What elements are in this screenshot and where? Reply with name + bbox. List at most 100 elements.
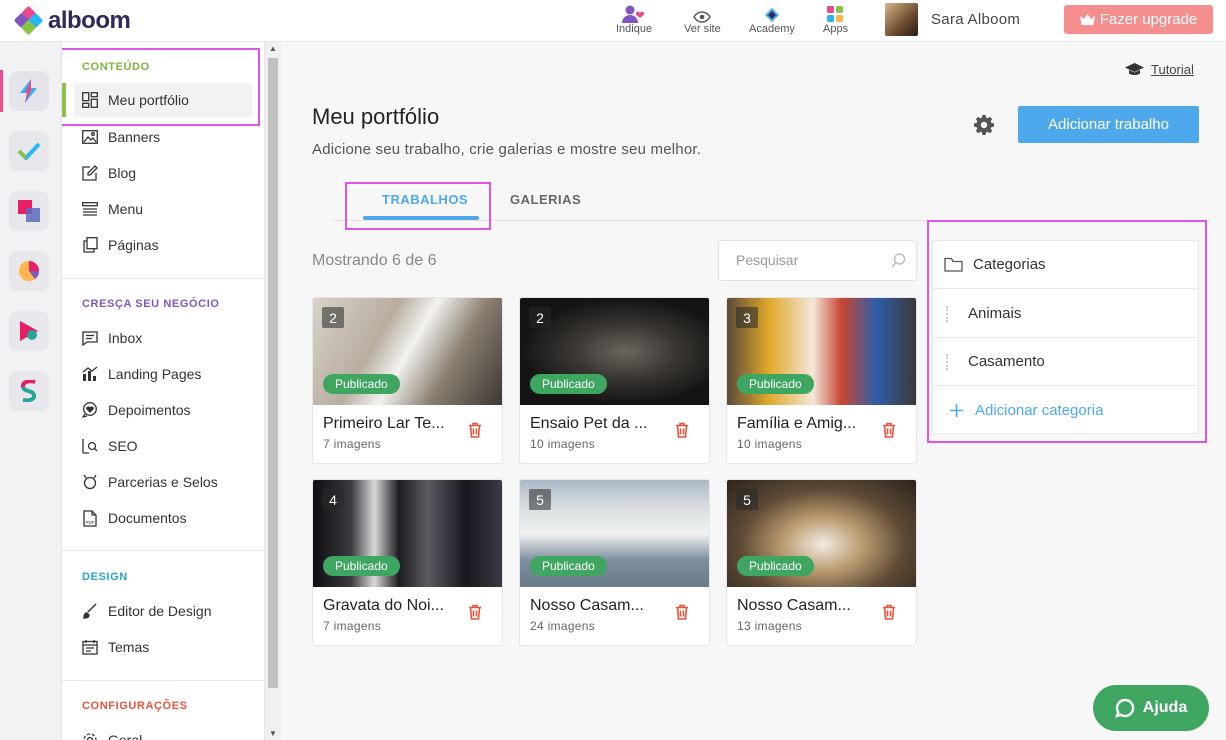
page-title: Meu portfólio bbox=[312, 104, 440, 129]
category-item[interactable]: Animais bbox=[933, 290, 1198, 338]
edit-icon bbox=[81, 164, 99, 182]
work-card[interactable]: 5 Publicado Nosso Casam... 24 imagens bbox=[519, 479, 710, 646]
squares-app-icon bbox=[18, 200, 40, 222]
scroll-down-icon[interactable]: ▼ bbox=[269, 729, 277, 738]
upgrade-label: Fazer upgrade bbox=[1099, 11, 1198, 28]
settings-gear-icon[interactable] bbox=[974, 115, 994, 140]
app-rail bbox=[0, 42, 62, 740]
seal-icon bbox=[81, 473, 99, 491]
sidebar-item-editor-design[interactable]: Editor de Design bbox=[74, 594, 252, 628]
nav-ver-site-label: Ver site bbox=[684, 23, 721, 35]
rail-app-6[interactable] bbox=[9, 371, 49, 411]
rail-app-1[interactable] bbox=[9, 71, 49, 111]
sidebar-item-label: Banners bbox=[108, 129, 161, 145]
sidebar-item-landing-pages[interactable]: Landing Pages bbox=[74, 357, 252, 391]
drag-handle-icon[interactable] bbox=[946, 305, 952, 322]
drag-handle-icon[interactable] bbox=[946, 353, 952, 370]
status-badge: Publicado bbox=[737, 374, 814, 394]
sidebar: CONTEÚDO Meu portfólio Banners Blog Menu… bbox=[62, 42, 265, 740]
check-app-icon bbox=[17, 142, 41, 160]
tab-trabalhos[interactable]: TRABALHOS bbox=[382, 192, 468, 207]
work-title[interactable]: Nosso Casam... bbox=[530, 597, 662, 615]
work-title[interactable]: Ensaio Pet da ... bbox=[530, 415, 662, 433]
image-count-badge: 5 bbox=[736, 489, 758, 510]
scroll-up-icon[interactable]: ▲ bbox=[269, 44, 277, 53]
work-image-count: 24 imagens bbox=[530, 619, 596, 633]
sidebar-item-label: Páginas bbox=[108, 237, 159, 253]
section-title-design: DESIGN bbox=[82, 571, 128, 583]
category-item[interactable]: Casamento bbox=[933, 338, 1198, 386]
nav-apps[interactable]: Apps bbox=[823, 3, 848, 35]
category-label[interactable]: Casamento bbox=[968, 353, 1045, 370]
sidebar-item-label: Geral bbox=[108, 732, 143, 740]
play-app-icon bbox=[20, 321, 38, 341]
scroll-thumb[interactable] bbox=[268, 58, 278, 688]
nav-indique[interactable]: Indique bbox=[616, 3, 652, 35]
work-card[interactable]: 2 Publicado Primeiro Lar Te... 7 imagens bbox=[312, 297, 503, 464]
work-card[interactable]: 3 Publicado Família e Amig... 10 imagens bbox=[726, 297, 917, 464]
sidebar-item-seo[interactable]: SEO bbox=[74, 429, 252, 463]
pdf-document-icon: PDF bbox=[81, 509, 99, 527]
sidebar-item-depoimentos[interactable]: Depoimentos bbox=[74, 393, 252, 427]
bolt-app-icon bbox=[20, 79, 37, 103]
alboom-logo[interactable]: alboom bbox=[13, 5, 131, 36]
add-category-button[interactable]: Adicionar categoria bbox=[933, 386, 1198, 434]
apps-grid-icon bbox=[827, 3, 844, 23]
status-badge: Publicado bbox=[737, 556, 814, 576]
work-title[interactable]: Família e Amig... bbox=[737, 415, 869, 433]
sidebar-item-blog[interactable]: Blog bbox=[74, 156, 252, 190]
work-title[interactable]: Primeiro Lar Te... bbox=[323, 415, 455, 433]
sidebar-item-meu-portfolio[interactable]: Meu portfólio bbox=[74, 83, 252, 117]
work-card[interactable]: 2 Publicado Ensaio Pet da ... 10 imagens bbox=[519, 297, 710, 464]
trash-icon[interactable] bbox=[882, 422, 896, 443]
category-label[interactable]: Animais bbox=[968, 305, 1021, 322]
work-title[interactable]: Gravata do Noi... bbox=[323, 597, 455, 615]
nav-ver-site[interactable]: Ver site bbox=[684, 3, 721, 35]
user-avatar[interactable] bbox=[885, 3, 918, 36]
top-bar: alboom Indique Ver site Academy Apps Sar… bbox=[0, 0, 1226, 42]
people-heart-icon bbox=[621, 3, 647, 23]
status-badge: Publicado bbox=[530, 374, 607, 394]
sidebar-item-banners[interactable]: Banners bbox=[74, 120, 252, 154]
nav-indique-label: Indique bbox=[616, 23, 653, 35]
sidebar-item-paginas[interactable]: Páginas bbox=[74, 228, 252, 262]
work-card[interactable]: 5 Publicado Nosso Casam... 13 imagens bbox=[726, 479, 917, 646]
search-icon[interactable] bbox=[891, 253, 906, 268]
seo-search-icon bbox=[81, 437, 99, 455]
rail-app-2[interactable] bbox=[9, 131, 49, 171]
rail-app-3[interactable] bbox=[9, 191, 49, 231]
sidebar-item-geral[interactable]: Geral bbox=[74, 723, 252, 740]
trash-icon[interactable] bbox=[675, 422, 689, 443]
sidebar-item-documentos[interactable]: PDF Documentos bbox=[74, 501, 252, 535]
work-card[interactable]: 4 Publicado Gravata do Noi... 7 imagens bbox=[312, 479, 503, 646]
work-image-count: 13 imagens bbox=[737, 619, 803, 633]
tutorial-link[interactable]: Tutorial bbox=[1125, 62, 1194, 77]
bar-chart-icon bbox=[81, 365, 99, 383]
add-work-button[interactable]: Adicionar trabalho bbox=[1018, 106, 1199, 143]
section-title-conteudo: CONTEÚDO bbox=[82, 61, 150, 73]
help-button[interactable]: Ajuda bbox=[1093, 685, 1209, 731]
trash-icon[interactable] bbox=[882, 604, 896, 625]
tab-galerias[interactable]: GALERIAS bbox=[510, 192, 581, 207]
sidebar-item-label: Meu portfólio bbox=[108, 92, 189, 108]
sidebar-item-temas[interactable]: Temas bbox=[74, 630, 252, 664]
trash-icon[interactable] bbox=[468, 604, 482, 625]
image-count-badge: 4 bbox=[322, 489, 344, 510]
sidebar-item-inbox[interactable]: Inbox bbox=[74, 321, 252, 355]
user-name[interactable]: Sara Alboom bbox=[931, 11, 1020, 28]
search-box[interactable] bbox=[718, 240, 917, 281]
work-title[interactable]: Nosso Casam... bbox=[737, 597, 869, 615]
rail-app-4[interactable] bbox=[9, 251, 49, 291]
rail-app-5[interactable] bbox=[9, 311, 49, 351]
upgrade-button[interactable]: Fazer upgrade bbox=[1064, 5, 1213, 34]
svg-text:PDF: PDF bbox=[86, 520, 95, 525]
trash-icon[interactable] bbox=[675, 604, 689, 625]
search-input[interactable] bbox=[736, 252, 886, 268]
nav-academy[interactable]: Academy bbox=[749, 3, 795, 35]
sidebar-item-parcerias[interactable]: Parcerias e Selos bbox=[74, 465, 252, 499]
sidebar-scrollbar[interactable]: ▲ ▼ bbox=[265, 42, 281, 740]
sidebar-item-menu[interactable]: Menu bbox=[74, 192, 252, 226]
sidebar-divider bbox=[62, 680, 264, 681]
trash-icon[interactable] bbox=[468, 422, 482, 443]
tabs-divider bbox=[333, 220, 927, 221]
